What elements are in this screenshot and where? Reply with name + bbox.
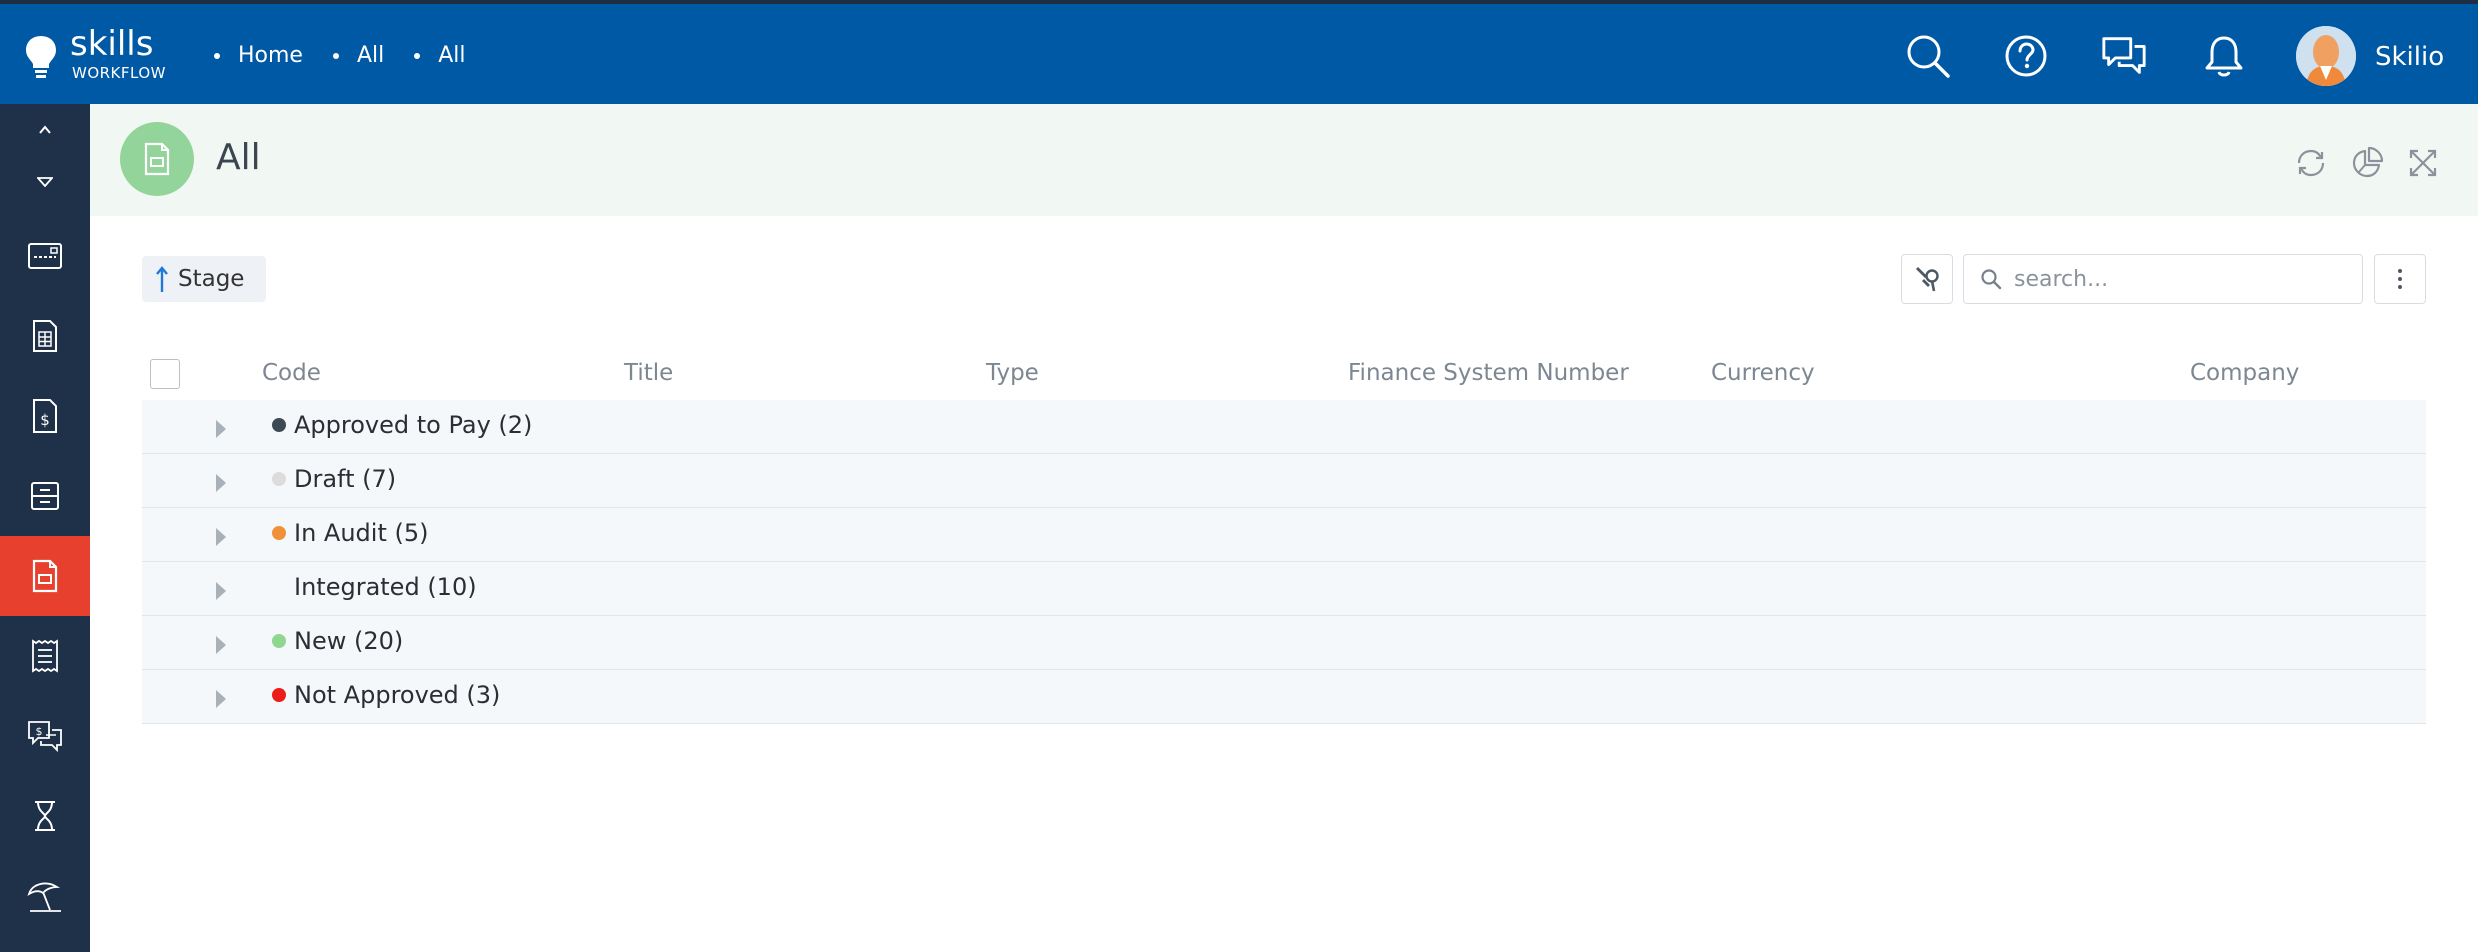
caret-down-icon bbox=[37, 177, 53, 187]
caret-right-icon[interactable] bbox=[214, 472, 228, 494]
status-dot bbox=[272, 634, 286, 648]
document-icon bbox=[32, 559, 58, 593]
page-title: All bbox=[216, 137, 261, 178]
logo-text: skills bbox=[70, 24, 154, 64]
table-header: Code Title Type Finance System Number Cu… bbox=[142, 346, 2426, 400]
avatar[interactable] bbox=[2296, 26, 2356, 86]
caret-right-icon[interactable] bbox=[214, 580, 228, 602]
sort-ascending-icon bbox=[156, 266, 168, 292]
document-icon bbox=[144, 142, 170, 176]
search-input[interactable] bbox=[2012, 265, 2336, 293]
money-chat-icon: $ bbox=[28, 721, 62, 753]
refresh-icon[interactable] bbox=[2294, 146, 2328, 180]
status-dot bbox=[272, 418, 286, 432]
search-field[interactable] bbox=[1963, 254, 2363, 304]
caret-right-icon[interactable] bbox=[214, 688, 228, 710]
column-header-company[interactable]: Company bbox=[2190, 360, 2299, 386]
calculator-icon bbox=[33, 320, 57, 352]
group-label: Draft (7) bbox=[294, 465, 397, 493]
sidebar-scroll-up[interactable] bbox=[0, 110, 90, 150]
group-by-label: Stage bbox=[178, 266, 245, 292]
group-label: Approved to Pay (2) bbox=[294, 411, 533, 439]
sidebar-item-archive[interactable] bbox=[0, 456, 90, 536]
filter-pin-button[interactable] bbox=[1901, 254, 1953, 304]
group-label: Not Approved (3) bbox=[294, 681, 501, 709]
sidebar: $ $ bbox=[0, 104, 90, 952]
sidebar-item-receipts[interactable] bbox=[0, 616, 90, 696]
breadcrumb-label: All bbox=[438, 43, 466, 68]
caret-right-icon[interactable] bbox=[214, 526, 228, 548]
table-group-row[interactable]: Not Approved (3) bbox=[142, 670, 2426, 724]
select-all-checkbox[interactable] bbox=[150, 359, 180, 389]
bell-icon[interactable] bbox=[2200, 32, 2248, 80]
records-table: Code Title Type Finance System Number Cu… bbox=[142, 346, 2426, 724]
lightbulb-icon bbox=[26, 36, 56, 78]
sidebar-item-holidays[interactable] bbox=[0, 856, 90, 936]
table-group-row[interactable]: Integrated (10) bbox=[142, 562, 2426, 616]
top-bar: skills WORKFLOW Home All All Skilio bbox=[0, 0, 2478, 104]
column-header-finance-system-number[interactable]: Finance System Number bbox=[1348, 360, 1629, 386]
invoice-icon: $ bbox=[33, 399, 57, 433]
caret-right-icon[interactable] bbox=[214, 418, 228, 440]
user-name[interactable]: Skilio bbox=[2375, 42, 2444, 72]
chat-icon[interactable] bbox=[2100, 32, 2148, 80]
dashboard-icon bbox=[28, 243, 62, 269]
status-dot bbox=[272, 526, 286, 540]
bullet-icon bbox=[414, 53, 421, 59]
sidebar-item-dashboard[interactable] bbox=[0, 216, 90, 296]
page-icon bbox=[120, 122, 194, 196]
status-dot bbox=[272, 472, 286, 486]
status-dot bbox=[272, 688, 286, 702]
hourglass-icon bbox=[35, 801, 55, 831]
archive-icon bbox=[31, 482, 59, 510]
table-group-row[interactable]: New (20) bbox=[142, 616, 2426, 670]
group-label: In Audit (5) bbox=[294, 519, 429, 547]
search-icon[interactable] bbox=[1904, 32, 1952, 80]
user-avatar-icon bbox=[2296, 26, 2356, 86]
search-icon bbox=[1981, 269, 2002, 290]
svg-text:$: $ bbox=[40, 411, 50, 429]
sidebar-item-invoice[interactable]: $ bbox=[0, 376, 90, 456]
sidebar-item-timesheets[interactable] bbox=[0, 776, 90, 856]
group-label: New (20) bbox=[294, 627, 404, 655]
table-group-row[interactable]: Draft (7) bbox=[142, 454, 2426, 508]
breadcrumb-label: Home bbox=[238, 43, 303, 68]
breadcrumb-all[interactable]: All bbox=[332, 42, 385, 70]
sidebar-item-documents[interactable] bbox=[0, 536, 90, 616]
column-header-type[interactable]: Type bbox=[986, 360, 1039, 386]
table-group-row[interactable]: Approved to Pay (2) bbox=[142, 400, 2426, 454]
svg-text:$: $ bbox=[36, 725, 43, 738]
caret-right-icon[interactable] bbox=[214, 634, 228, 656]
column-header-currency[interactable]: Currency bbox=[1711, 360, 1815, 386]
page-header: All bbox=[90, 104, 2478, 216]
pie-chart-icon[interactable] bbox=[2350, 146, 2384, 180]
breadcrumb-label: All bbox=[356, 43, 385, 68]
column-header-code[interactable]: Code bbox=[262, 360, 321, 386]
expand-icon[interactable] bbox=[2406, 146, 2440, 180]
vertical-ellipsis-icon bbox=[2398, 269, 2402, 289]
sidebar-item-calculator[interactable] bbox=[0, 296, 90, 376]
chevron-up-icon bbox=[39, 125, 51, 134]
help-icon[interactable] bbox=[2002, 32, 2050, 80]
column-header-title[interactable]: Title bbox=[624, 360, 673, 386]
app-logo[interactable]: skills WORKFLOW bbox=[24, 24, 184, 86]
sidebar-scroll-down[interactable] bbox=[0, 162, 90, 202]
beach-umbrella-icon bbox=[27, 882, 61, 912]
bullet-icon bbox=[332, 53, 339, 59]
logo-subtext: WORKFLOW bbox=[72, 64, 166, 82]
breadcrumb-home[interactable]: Home bbox=[214, 42, 303, 70]
sidebar-item-payments-chat[interactable]: $ bbox=[0, 696, 90, 776]
bullet-icon bbox=[214, 53, 220, 59]
group-by-stage-chip[interactable]: Stage bbox=[142, 256, 266, 302]
breadcrumb-all-current[interactable]: All bbox=[414, 42, 466, 70]
group-label: Integrated (10) bbox=[294, 573, 477, 601]
receipt-icon bbox=[32, 639, 58, 673]
breadcrumb: Home All All bbox=[214, 42, 496, 70]
table-group-row[interactable]: In Audit (5) bbox=[142, 508, 2426, 562]
pin-filter-icon bbox=[1916, 267, 1939, 292]
more-options-button[interactable] bbox=[2374, 254, 2426, 304]
